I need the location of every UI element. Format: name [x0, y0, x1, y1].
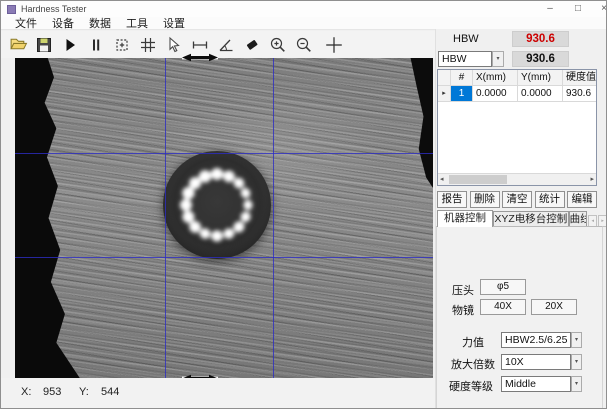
indenter-button[interactable]: φ5 [480, 279, 526, 295]
zoom-in-button[interactable] [266, 33, 290, 57]
indentation-highlight-ring [163, 151, 271, 259]
maximize-button[interactable]: □ [567, 2, 589, 16]
scroll-right-icon[interactable]: ▸ [590, 174, 594, 185]
hardness-secondary-readout: 930.6 [512, 51, 569, 67]
open-file-button[interactable] [6, 33, 30, 57]
indenter-label: 压头 [452, 282, 474, 298]
scrollbar-thumb[interactable] [449, 175, 507, 184]
hardness-tester-window: Hardness Tester – □ × 文件 设备 数据 工具 设置 [0, 0, 607, 409]
play-icon [61, 36, 79, 54]
report-button[interactable]: 报告 [437, 191, 467, 208]
col-y: Y(mm) [518, 70, 563, 86]
camera-view[interactable] [15, 58, 433, 378]
reticle-icon [113, 36, 131, 54]
zoom-out-icon [295, 36, 313, 54]
force-dropdown-icon[interactable]: ▾ [571, 332, 582, 348]
objective-label: 物镜 [452, 302, 474, 318]
edit-button[interactable]: 编辑 [567, 191, 597, 208]
reticle-button[interactable] [110, 33, 134, 57]
cursor-x-value: 953 [43, 386, 61, 398]
app-icon [7, 5, 16, 14]
zoom-in-icon [269, 36, 287, 54]
pointer-icon [165, 36, 183, 54]
save-icon [35, 36, 53, 54]
grid-button[interactable] [136, 33, 160, 57]
cell-hardness[interactable]: 930.6 [563, 86, 596, 102]
pause-icon [87, 36, 105, 54]
status-bar: X: 953 Y: 544 [1, 378, 435, 409]
eraser-icon [243, 36, 261, 54]
menu-file[interactable]: 文件 [8, 15, 44, 31]
hardness-level-select[interactable]: Middle [501, 376, 571, 392]
action-buttons: 报告 删除 清空 统计 编辑 [437, 191, 597, 208]
play-button[interactable] [58, 33, 82, 57]
pause-button[interactable] [84, 33, 108, 57]
minimize-button[interactable]: – [539, 2, 561, 16]
hardness-level-dropdown-icon[interactable]: ▾ [571, 376, 582, 392]
measure-angle-icon [217, 36, 235, 54]
menu-tools[interactable]: 工具 [119, 15, 155, 31]
col-x: X(mm) [473, 70, 518, 86]
statistics-button[interactable]: 统计 [535, 191, 565, 208]
grid-icon [139, 36, 157, 54]
measure-line-vertical-right[interactable] [273, 58, 274, 378]
hardness-scale-select[interactable]: HBW [438, 51, 492, 67]
indentation [163, 151, 271, 259]
table-header-row: # X(mm) Y(mm) 硬度值 [438, 70, 596, 86]
hardness-unit-label: HBW [453, 33, 479, 45]
hardness-scale-dropdown-icon[interactable]: ▾ [492, 51, 504, 67]
row-selector-header [438, 70, 451, 86]
machine-control-panel: 压头 φ5 物镜 40X 20X 力值 HBW2.5/6.25 ▾ 放大倍数 1… [436, 226, 603, 409]
cursor-x-label: X: [21, 386, 31, 398]
cell-y[interactable]: 0.0000 [518, 86, 563, 102]
delete-button[interactable]: 删除 [470, 191, 500, 208]
specimen-edge-shadow [15, 58, 93, 378]
hardness-main-readout: 930.6 [512, 31, 569, 47]
control-panel: HBW 930.6 HBW ▾ 930.6 # X(mm) Y(mm) 硬度值 … [435, 29, 607, 409]
close-button[interactable]: × [593, 2, 607, 16]
table-row[interactable]: ▸ 1 0.0000 0.0000 930.6 [438, 86, 596, 102]
cell-x[interactable]: 0.0000 [473, 86, 518, 102]
measure-line-vertical-left[interactable] [165, 58, 166, 378]
row-selector-icon[interactable]: ▸ [438, 86, 451, 102]
col-index: # [451, 70, 473, 86]
tab-xyz-stage-control[interactable]: XYZ电移台控制 [493, 211, 569, 227]
corner-shadow [399, 58, 433, 188]
cell-index[interactable]: 1 [451, 86, 473, 102]
force-select[interactable]: HBW2.5/6.25 [501, 332, 571, 348]
zoom-out-button[interactable] [292, 33, 316, 57]
window-title: Hardness Tester [21, 4, 86, 14]
menu-data[interactable]: 数据 [82, 15, 118, 31]
tab-strip: 机器控制 XYZ电移台控制 曲线 ◂ ▸ [437, 210, 607, 227]
magnification-label: 放大倍数 [451, 356, 495, 372]
tab-curve[interactable]: 曲线 [569, 211, 588, 227]
eraser-button[interactable] [240, 33, 264, 57]
measure-line-horizontal-top[interactable] [15, 153, 433, 154]
table-horizontal-scrollbar[interactable]: ◂ ▸ [438, 173, 596, 185]
cursor-y-value: 544 [101, 386, 119, 398]
magnification-dropdown-icon[interactable]: ▾ [571, 354, 582, 370]
results-table[interactable]: # X(mm) Y(mm) 硬度值 ▸ 1 0.0000 0.0000 930.… [437, 69, 597, 186]
menu-device[interactable]: 设备 [45, 15, 81, 31]
clear-button[interactable]: 清空 [502, 191, 532, 208]
tab-machine-control[interactable]: 机器控制 [437, 210, 493, 227]
scroll-left-icon[interactable]: ◂ [440, 174, 444, 185]
crosshair-button[interactable] [322, 33, 346, 57]
measure-line-horizontal-bottom[interactable] [15, 257, 433, 258]
objective-40x-button[interactable]: 40X [480, 299, 526, 315]
objective-20x-button[interactable]: 20X [531, 299, 577, 315]
save-button[interactable] [32, 33, 56, 57]
top-drag-marker[interactable] [182, 53, 218, 62]
hardness-level-label: 硬度等级 [449, 378, 493, 394]
crosshair-icon [324, 35, 344, 55]
col-hardness: 硬度值 [563, 70, 596, 86]
toolbar [1, 31, 435, 58]
force-label: 力值 [462, 334, 484, 350]
menu-settings[interactable]: 设置 [156, 15, 192, 31]
open-file-icon [9, 35, 28, 54]
cursor-y-label: Y: [79, 386, 89, 398]
magnification-select[interactable]: 10X [501, 354, 571, 370]
measure-length-icon [191, 36, 209, 54]
